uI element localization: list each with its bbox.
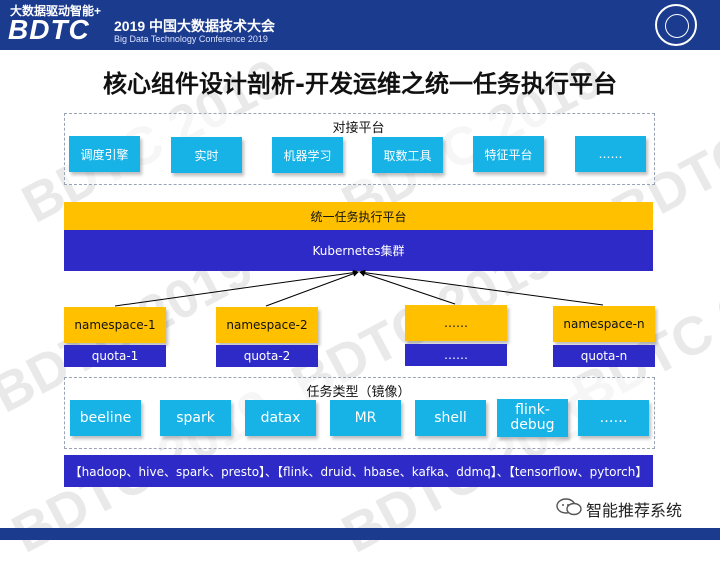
- task-type-item: beeline: [70, 400, 141, 436]
- namespace-box: namespace-2: [216, 307, 318, 343]
- namespace-box: namespace-n: [553, 306, 655, 342]
- quota-box: quota-1: [64, 345, 166, 367]
- component-stack-bar: 【hadoop、hive、spark、presto】、【flink、druid、…: [64, 455, 653, 487]
- bottom-strip: [0, 528, 720, 540]
- quota-box: quota-n: [553, 345, 655, 367]
- wechat-account-label: 智能推荐系统: [586, 501, 683, 520]
- task-type-item: MR: [330, 400, 401, 436]
- task-type-item: datax: [245, 400, 316, 436]
- arrow-line: [114, 269, 359, 307]
- quota-box: ……: [405, 344, 507, 366]
- task-type-item: shell: [415, 400, 486, 436]
- arrow-line: [265, 270, 359, 307]
- namespace-box: namespace-1: [64, 307, 166, 343]
- task-types-label: 任务类型（镜像）: [306, 385, 411, 400]
- arrow-line: [359, 270, 456, 305]
- wechat-icon: [556, 498, 582, 516]
- task-type-item: spark: [160, 400, 231, 436]
- task-type-item: ……: [578, 400, 649, 436]
- task-type-item: flink-debug: [497, 399, 568, 437]
- namespace-box: ……: [405, 305, 507, 341]
- arrow-line: [359, 269, 604, 306]
- quota-box: quota-2: [216, 345, 318, 367]
